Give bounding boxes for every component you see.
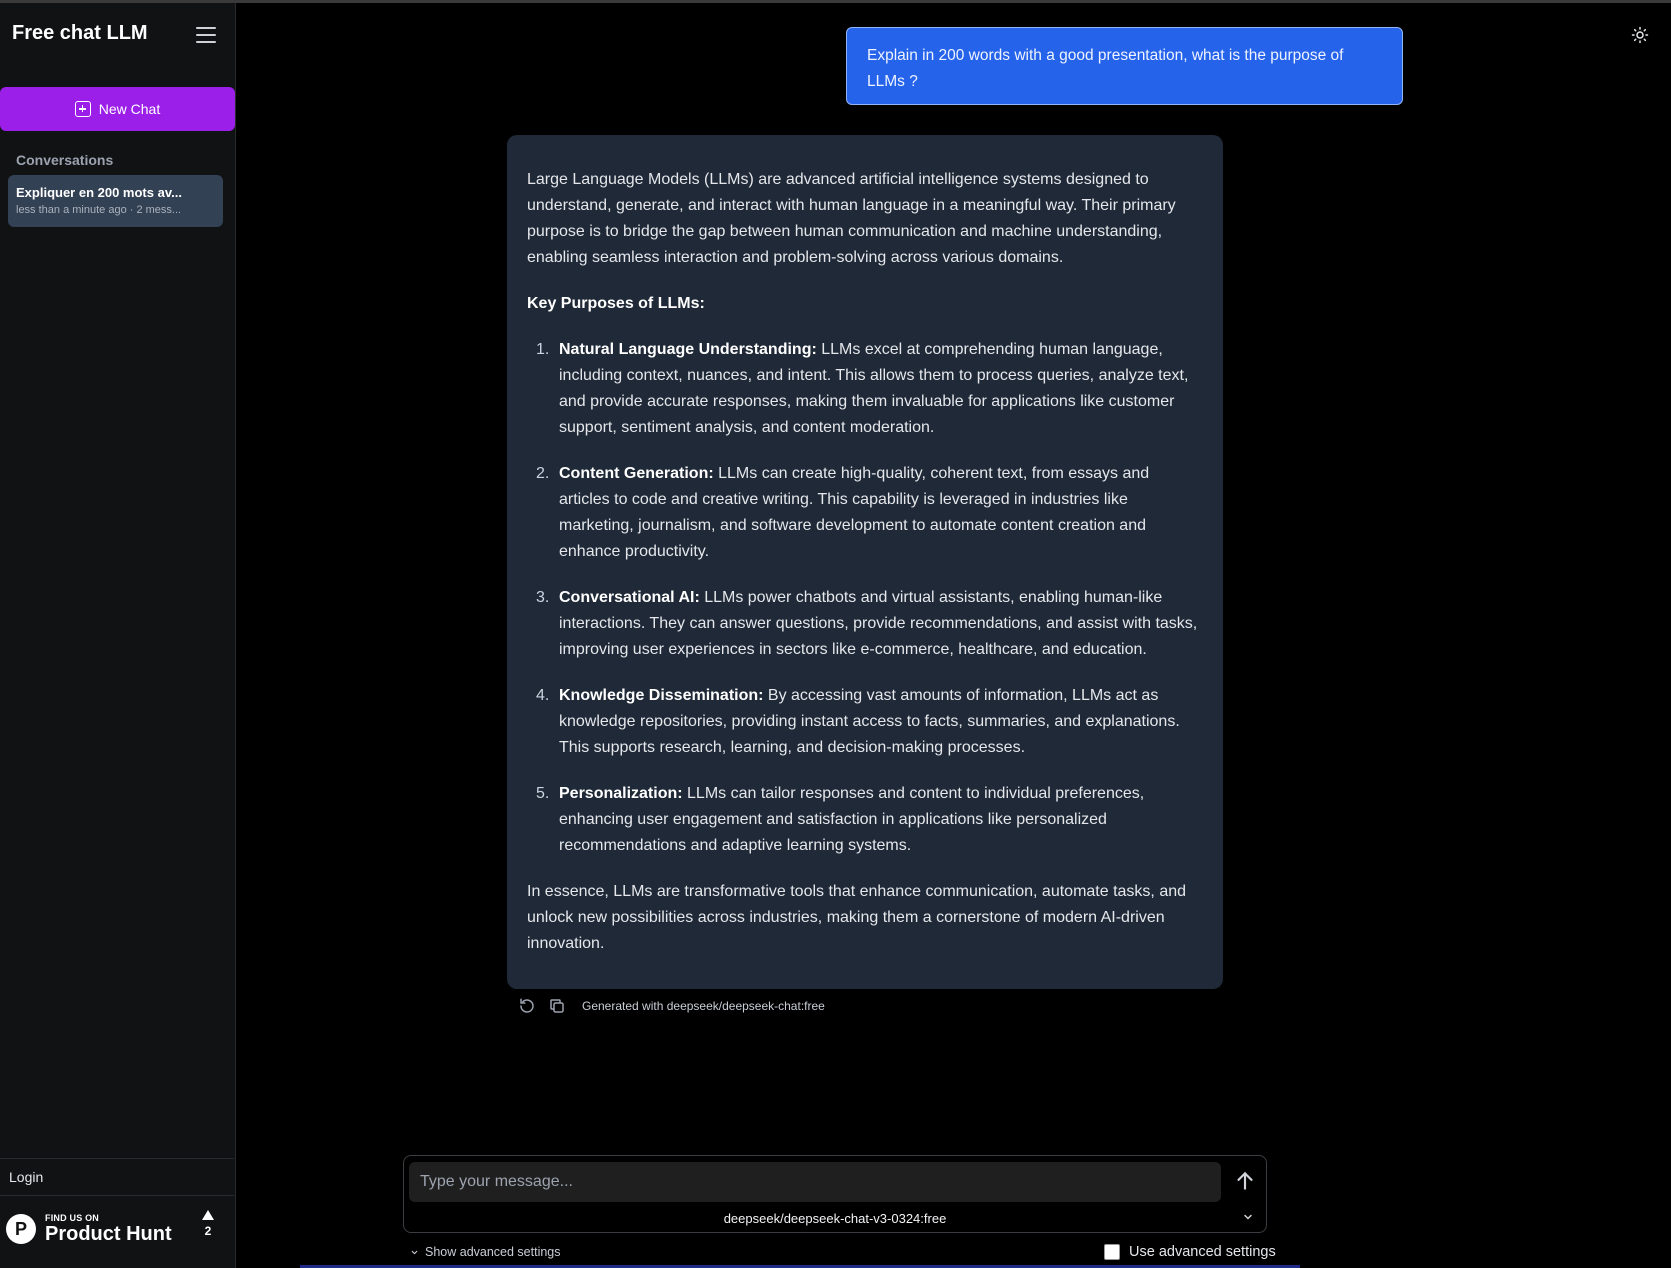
login-button[interactable]: Login (0, 1158, 234, 1196)
user-message: Explain in 200 words with a good present… (846, 27, 1403, 105)
model-name: deepseek/deepseek-chat-v3-0324:free (723, 1210, 947, 1226)
new-chat-button[interactable]: New Chat (0, 87, 235, 131)
list-item: 2. Content Generation: LLMs can create hi… (536, 465, 1150, 560)
assistant-message: Large Language Models (LLMs) are advance… (507, 135, 1223, 989)
new-chat-label: New Chat (98, 101, 161, 117)
chevron-down-icon (411, 1250, 418, 1254)
purposes-list: 1. Natural Language Understanding: LLMs e… (527, 337, 1203, 859)
list-item: 4. Knowledge Dissemination: By accessing … (536, 687, 1180, 756)
list-item: 3. Conversational AI: LLMs power chatbots… (536, 589, 1198, 658)
model-select[interactable]: deepseek/deepseek-chat-v3-0324:free (404, 1206, 1266, 1230)
product-hunt-small-text: FIND US ON (45, 1213, 100, 1223)
chevron-down-icon (1244, 1214, 1252, 1220)
arrow-up-icon[interactable] (1232, 1168, 1258, 1194)
use-advanced-label: Use advanced settings (1129, 1244, 1276, 1260)
conversation-item[interactable]: Expliquer en 200 mots av... less than a … (8, 175, 223, 227)
show-advanced-settings-toggle[interactable]: Show advanced settings (410, 1243, 561, 1261)
top-border (0, 0, 1671, 3)
assistant-heading: Key Purposes of LLMs: (527, 295, 705, 312)
conversations-heading: Conversations (16, 152, 114, 168)
upvote-count: 2 (204, 1224, 212, 1238)
conversation-title: Expliquer en 200 mots av... (16, 185, 182, 200)
copy-icon[interactable] (548, 997, 566, 1015)
message-actions: Generated with deepseek/deepseek-chat:fr… (518, 996, 825, 1016)
assistant-conclusion: In essence, LLMs are transformative tool… (527, 883, 1187, 952)
list-item: 5. Personalization: LLMs can tailor respo… (536, 785, 1145, 854)
list-item: 1. Natural Language Understanding: LLMs e… (536, 341, 1189, 436)
brand-title: Free chat LLM (12, 22, 148, 44)
product-hunt-icon: P (6, 1214, 36, 1244)
composer: deepseek/deepseek-chat-v3-0324:free (403, 1155, 1267, 1233)
conversation-meta: less than a minute ago · 2 mess... (16, 204, 182, 216)
refresh-icon[interactable] (518, 997, 536, 1015)
plus-square-icon (74, 101, 91, 117)
use-advanced-settings: Use advanced settings (1104, 1242, 1276, 1262)
use-advanced-checkbox[interactable] (1104, 1244, 1120, 1260)
sidebar: Free chat LLM New Chat Conversations Exp… (0, 3, 236, 1268)
generated-with-text: Generated with deepseek/deepseek-chat:fr… (582, 999, 825, 1013)
sun-icon[interactable] (1631, 26, 1649, 44)
menu-icon[interactable] (194, 25, 218, 45)
product-hunt-name: Product Hunt (45, 1223, 172, 1245)
upvote-triangle-icon (202, 1210, 214, 1220)
assistant-intro: Large Language Models (LLMs) are advance… (527, 171, 1176, 266)
show-advanced-label: Show advanced settings (425, 1245, 561, 1259)
product-hunt-badge[interactable]: P FIND US ON Product Hunt 2 (0, 1198, 234, 1260)
message-input[interactable] (409, 1162, 1221, 1202)
